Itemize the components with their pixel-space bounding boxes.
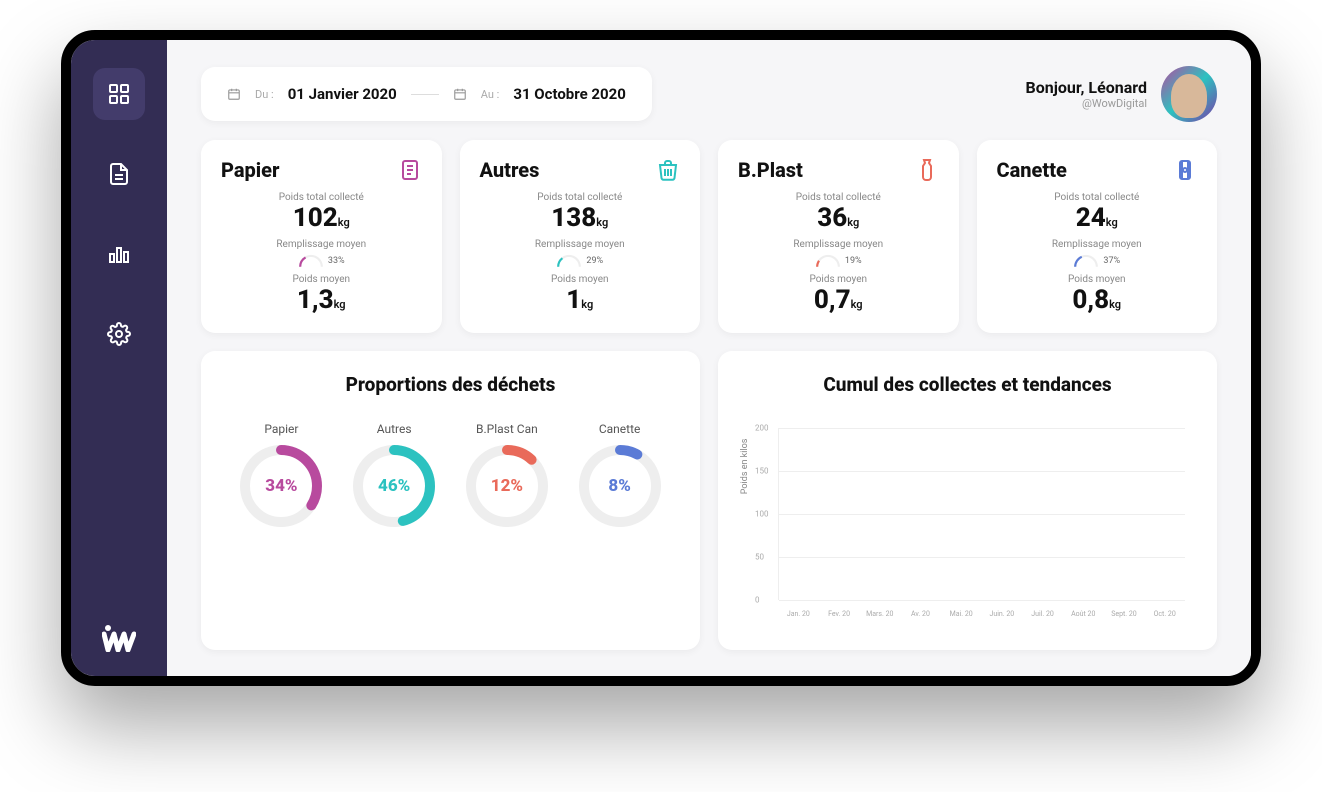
bar-chart-icon [107,242,131,266]
sidebar [71,40,167,676]
donut-label: Papier [264,422,298,436]
stat-total-value: 138kg [480,203,681,233]
stat-avg-value: 1,3kg [221,285,422,315]
x-axis-label: Av. 20 [900,610,941,618]
stat-fill-gauge: 37% [997,254,1198,268]
stat-avg-label: Poids moyen [738,274,939,285]
x-axis-label: Août 20 [1063,610,1104,618]
stat-card-autres: Autres Poids total collecté 138kg Rempli… [460,140,701,333]
user-block[interactable]: Bonjour, Léonard @WowDigital [1026,66,1218,122]
x-axis-label: Juin. 20 [982,610,1023,618]
donut-papier: Papier 34% [239,422,323,528]
gear-icon [107,322,131,346]
x-axis-label: Juil. 20 [1022,610,1063,618]
donut-label: Autres [377,422,412,436]
x-axis-label: Jan. 20 [778,610,819,618]
stat-title: Canette [997,158,1067,182]
x-axis-label: Oct. 20 [1144,610,1185,618]
grid-icon [107,82,131,106]
donut-autres: Autres 46% [352,422,436,528]
donut-row: Papier 34% Autres 46% B.Plast Can [225,422,676,528]
stat-fill-label: Remplissage moyen [480,239,681,250]
stat-fill-label: Remplissage moyen [997,239,1198,250]
user-greeting: Bonjour, Léonard [1026,78,1148,97]
app-frame: Du : 01 Janvier 2020 Au : 31 Octobre 202… [61,30,1261,686]
avatar[interactable] [1161,66,1217,122]
stat-title: Papier [221,158,279,182]
stat-total-label: Poids total collecté [480,192,681,203]
category-icon [398,158,422,182]
nav-settings[interactable] [93,308,145,360]
stat-avg-value: 1kg [480,285,681,315]
stat-fill-label: Remplissage moyen [738,239,939,250]
bar-chart: Poids en kilos 050100150200 [742,422,1193,622]
stat-fill-gauge: 29% [480,254,681,268]
stat-avg-label: Poids moyen [480,274,681,285]
stat-card-papier: Papier Poids total collecté 102kg Rempli… [201,140,442,333]
category-icon [915,158,939,182]
stat-avg-value: 0,7kg [738,285,939,315]
date-to-label: Au : [481,88,500,101]
stat-total-label: Poids total collecté [221,192,422,203]
stat-cards-row: Papier Poids total collecté 102kg Rempli… [201,140,1217,333]
stat-avg-label: Poids moyen [221,274,422,285]
stat-card-b.plast: B.Plast Poids total collecté 36kg Rempli… [718,140,959,333]
stat-title: Autres [480,158,540,182]
date-to-value: 31 Octobre 2020 [513,85,626,103]
stat-fill-gauge: 33% [221,254,422,268]
date-from-value: 01 Janvier 2020 [288,85,397,103]
calendar-icon [453,87,467,101]
brand-logo [102,624,136,656]
donut-label: B.Plast Can [476,422,538,436]
stat-title: B.Plast [738,158,803,182]
x-axis-label: Fev. 20 [819,610,860,618]
nav-documents[interactable] [93,148,145,200]
topbar: Du : 01 Janvier 2020 Au : 31 Octobre 202… [201,66,1217,122]
donut-value: 34% [239,444,323,528]
stat-total-value: 102kg [221,203,422,233]
nav-dashboard[interactable] [93,68,145,120]
donut-canette: Canette 8% [578,422,662,528]
stat-total-label: Poids total collecté [738,192,939,203]
category-icon [656,158,680,182]
category-icon [1173,158,1197,182]
logo-icon [102,624,136,652]
x-axis-label: Mars. 20 [859,610,900,618]
document-icon [107,162,131,186]
stat-avg-value: 0,8kg [997,285,1198,315]
trends-panel: Cumul des collectes et tendances Poids e… [718,351,1217,650]
proportions-panel: Proportions des déchets Papier 34% Autre… [201,351,700,650]
stat-fill-gauge: 19% [738,254,939,268]
date-from-label: Du : [255,88,274,101]
donut-b.plast can: B.Plast Can 12% [465,422,549,528]
donut-value: 8% [578,444,662,528]
stat-card-canette: Canette Poids total collecté 24kg Rempli… [977,140,1218,333]
stat-avg-label: Poids moyen [997,274,1198,285]
donut-value: 12% [465,444,549,528]
stat-total-value: 24kg [997,203,1198,233]
stat-total-value: 36kg [738,203,939,233]
x-axis-label: Sept. 20 [1104,610,1145,618]
nav-stats[interactable] [93,228,145,280]
chart-ylabel: Poids en kilos [740,439,750,495]
proportions-title: Proportions des déchets [225,373,676,396]
main-content: Du : 01 Janvier 2020 Au : 31 Octobre 202… [167,40,1251,676]
stat-total-label: Poids total collecté [997,192,1198,203]
calendar-icon [227,87,241,101]
date-range-picker[interactable]: Du : 01 Janvier 2020 Au : 31 Octobre 202… [201,67,652,121]
stat-fill-label: Remplissage moyen [221,239,422,250]
donut-label: Canette [599,422,641,436]
donut-value: 46% [352,444,436,528]
trends-title: Cumul des collectes et tendances [742,373,1193,396]
x-axis-label: Mai. 20 [941,610,982,618]
user-handle: @WowDigital [1026,97,1148,110]
